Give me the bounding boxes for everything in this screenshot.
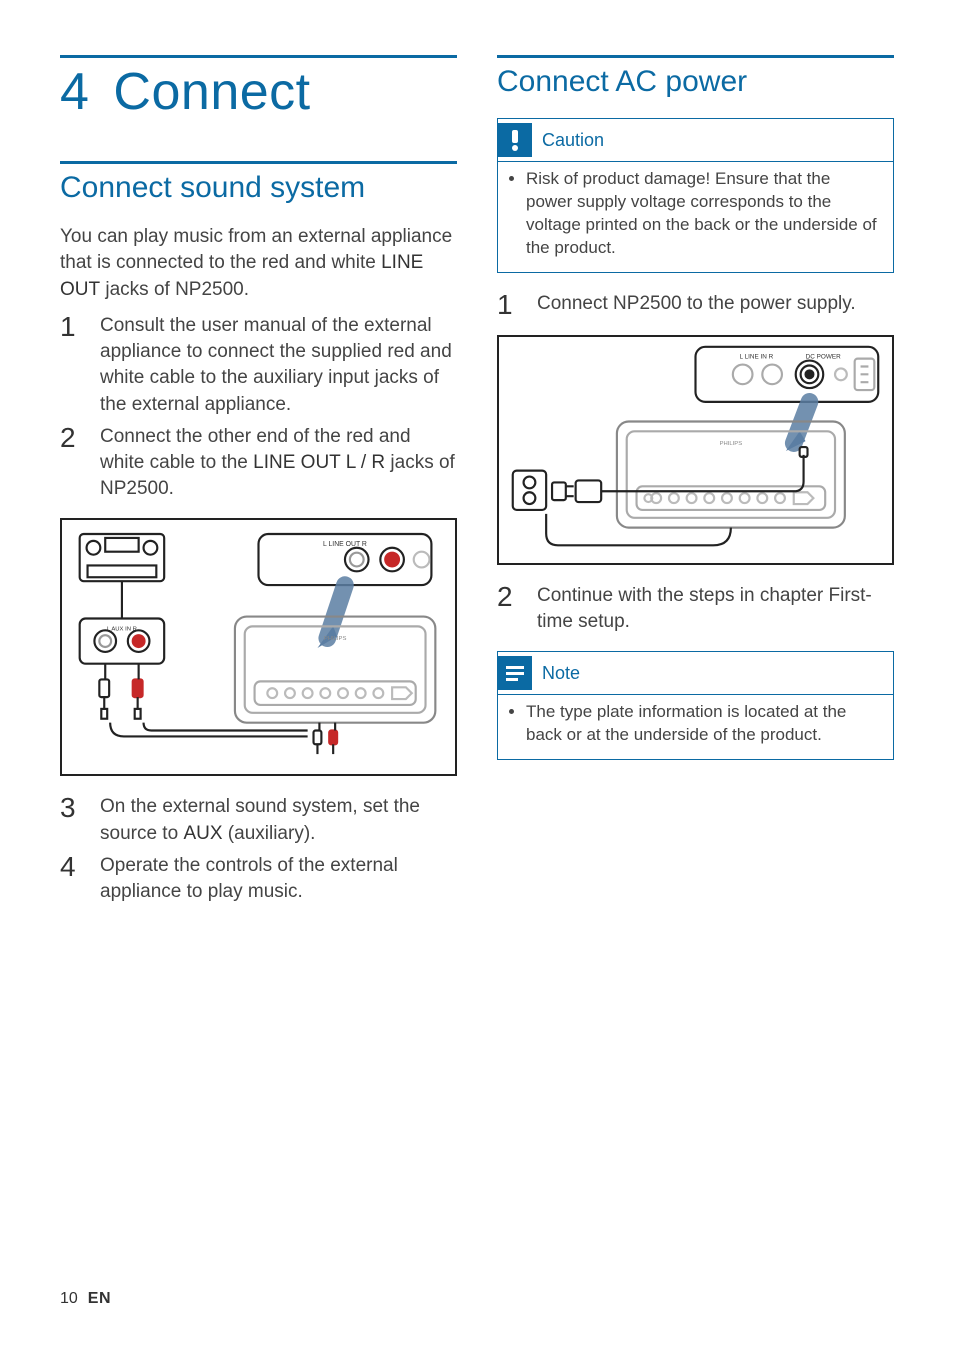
- step-number: 4: [60, 853, 82, 905]
- label-lineout: L LINE OUT R: [323, 541, 367, 548]
- caution-box: Caution Risk of product damage! Ensure t…: [497, 118, 894, 273]
- label-brand-2: PHILIPS: [720, 441, 743, 447]
- chapter-number: 4: [60, 64, 89, 121]
- step-text: Operate the controls of the external app…: [100, 853, 457, 905]
- label-brand: PHILIPS: [324, 636, 347, 642]
- step3-c: (auxiliary).: [223, 823, 316, 844]
- note-body: The type plate information is located at…: [498, 694, 893, 759]
- chapter-heading: 4 Connect: [60, 64, 457, 121]
- label-auxin: L AUX IN R: [107, 627, 137, 633]
- step-number: 2: [60, 424, 82, 503]
- step-text: Continue with the steps in chapter First…: [537, 583, 894, 635]
- step-number: 1: [60, 313, 82, 418]
- steps-list-left-b: 3 On the external sound system, set the …: [60, 794, 457, 905]
- left-column: 4 Connect Connect sound system You can pl…: [60, 55, 457, 921]
- caution-icon: [498, 123, 532, 157]
- label-dcpower: DC POWER: [806, 353, 841, 360]
- caution-label: Caution: [542, 130, 604, 151]
- page-number: 10: [60, 1290, 78, 1307]
- caution-head: Caution: [498, 119, 893, 161]
- step-text: Consult the user manual of the external …: [100, 313, 457, 418]
- step-number: 2: [497, 583, 519, 635]
- diagram-power: L LINE IN R DC POWER PHILIPS: [497, 335, 894, 565]
- note-box: Note The type plate information is locat…: [497, 651, 894, 760]
- note-icon: [498, 656, 532, 690]
- step2-b: LINE OUT L / R: [253, 452, 385, 473]
- step-2: 2 Connect the other end of the red and w…: [60, 424, 457, 503]
- section-heading-power: Connect AC power: [497, 64, 894, 100]
- steps-list-right-b: 2 Continue with the steps in chapter Fir…: [497, 583, 894, 635]
- step-text: Connect NP2500 to the power supply.: [537, 291, 856, 319]
- page-lang: EN: [88, 1290, 111, 1307]
- caution-text: Risk of product damage! Ensure that the …: [526, 168, 881, 260]
- label-linein: L LINE IN R: [740, 353, 774, 360]
- note-label: Note: [542, 663, 580, 684]
- section-heading-sound: Connect sound system: [60, 170, 457, 206]
- chapter-rule: [60, 55, 457, 58]
- step-3: 3 On the external sound system, set the …: [60, 794, 457, 846]
- section-rule-left: [60, 161, 457, 164]
- page-footer: 10 EN: [60, 1290, 111, 1308]
- chapter-title: Connect: [113, 63, 310, 121]
- step-number: 3: [60, 794, 82, 846]
- right-column: Connect AC power Caution Risk of product…: [497, 55, 894, 921]
- note-text: The type plate information is located at…: [526, 701, 881, 747]
- step-text: Connect the other end of the red and whi…: [100, 424, 457, 503]
- note-head: Note: [498, 652, 893, 694]
- step-r2: 2 Continue with the steps in chapter Fir…: [497, 583, 894, 635]
- step-1: 1 Consult the user manual of the externa…: [60, 313, 457, 418]
- diagram-lineout-svg: L LINE OUT R L AUX IN R PHILIPS: [62, 520, 455, 774]
- steps-list-right-a: 1 Connect NP2500 to the power supply.: [497, 291, 894, 319]
- step-4: 4 Operate the controls of the external a…: [60, 853, 457, 905]
- intro-text-c: jacks of NP2500.: [100, 279, 249, 300]
- step3-b: AUX: [183, 823, 222, 844]
- step-number: 1: [497, 291, 519, 319]
- steps-list-left-a: 1 Consult the user manual of the externa…: [60, 313, 457, 503]
- caution-body: Risk of product damage! Ensure that the …: [498, 161, 893, 272]
- step-r1: 1 Connect NP2500 to the power supply.: [497, 291, 894, 319]
- intro-paragraph: You can play music from an external appl…: [60, 224, 457, 303]
- section-rule-right: [497, 55, 894, 58]
- diagram-lineout: L LINE OUT R L AUX IN R PHILIPS: [60, 518, 457, 776]
- diagram-power-svg: L LINE IN R DC POWER PHILIPS: [499, 337, 892, 563]
- step-text: On the external sound system, set the so…: [100, 794, 457, 846]
